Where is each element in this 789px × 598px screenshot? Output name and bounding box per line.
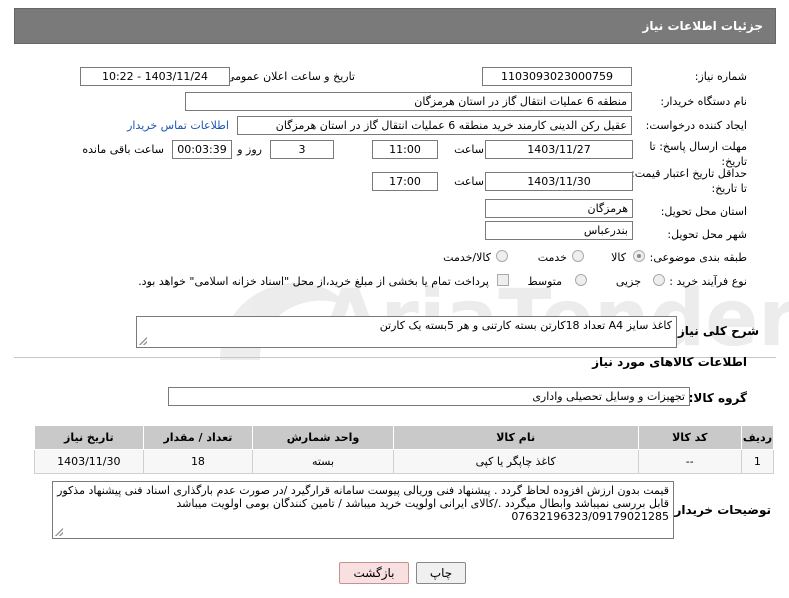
description-text: کاغذ سایز A4 تعداد 18کارتن بسته کارتنی و… <box>379 319 672 332</box>
city-label: شهر محل تحویل: <box>667 228 747 241</box>
col-item-name: نام کالا <box>392 425 639 450</box>
buyer-notes-text: قیمت بدون ارزش افزوده لحاظ گردد . پیشنها… <box>57 484 669 523</box>
province-field: هرمزگان <box>485 199 633 218</box>
creator-label: ایجاد کننده درخواست: <box>645 119 747 132</box>
table-row[interactable]: 1 -- کاغذ چاپگر یا کپی بسته 18 1403/11/3… <box>34 449 775 474</box>
creator-field: عقیل رکن الدینی کارمند خرید منطقه 6 عملی… <box>237 116 632 135</box>
deadline-label: مهلت ارسال پاسخ: تا تاریخ: <box>649 140 747 168</box>
buyer-label: نام دستگاه خریدار: <box>660 95 747 108</box>
deadline-date-field: 1403/11/27 <box>485 140 633 159</box>
resize-grip-icon[interactable] <box>139 337 147 345</box>
cell-item-name: کاغذ چاپگر یا کپی <box>392 449 639 474</box>
need-number-field: 1103093023000759 <box>482 67 632 86</box>
validity-date-field: 1403/11/30 <box>485 172 633 191</box>
buyer-contact-link[interactable]: اطلاعات تماس خریدار <box>127 119 229 132</box>
cell-row-number: 1 <box>740 449 775 474</box>
process-label: نوع فرآیند خرید : <box>669 275 747 288</box>
goods-group-field: تجهیزات و وسایل تحصیلی واداری <box>168 387 690 406</box>
process-minor-label: جزیی <box>615 275 641 288</box>
treasury-note: پرداخت تمام یا بخشی از مبلغ خرید،از محل … <box>138 275 489 288</box>
validity-time-field: 17:00 <box>372 172 438 191</box>
remaining-label: ساعت باقی مانده <box>82 143 164 156</box>
col-need-date: تاریخ نیاز <box>34 425 144 450</box>
print-button[interactable]: چاپ <box>416 562 466 584</box>
col-row-number: ردیف <box>740 425 775 450</box>
announce-field: 1403/11/24 - 10:22 <box>80 67 230 86</box>
province-label: استان محل تحویل: <box>660 205 747 218</box>
category-label: طبقه بندی موضوعی: <box>649 251 747 264</box>
deadline-time-label: ساعت <box>454 143 484 156</box>
days-field: 3 <box>270 140 334 159</box>
description-label: شرح کلی نیاز: <box>673 324 759 338</box>
buyer-field: منطقه 6 عملیات انتقال گاز در استان هرمزگ… <box>185 92 632 111</box>
deadline-time-field: 11:00 <box>372 140 438 159</box>
remaining-time-field: 00:03:39 <box>172 140 232 159</box>
category-service-radio[interactable] <box>572 250 584 262</box>
buyer-notes-field: قیمت بدون ارزش افزوده لحاظ گردد . پیشنها… <box>52 481 674 539</box>
col-unit: واحد شمارش <box>252 425 394 450</box>
city-field: بندرعباس <box>485 221 633 240</box>
table-header-row: ردیف کد کالا نام کالا واحد شمارش تعداد /… <box>34 425 775 450</box>
goods-info-title: اطلاعات کالاهای مورد نیاز <box>592 355 747 369</box>
buyer-notes-label: توضیحات خریدار: <box>669 503 771 517</box>
need-number-label: شماره نیاز: <box>694 70 747 83</box>
category-goods-service-radio[interactable] <box>496 250 508 262</box>
process-medium-radio[interactable] <box>575 274 587 286</box>
treasury-checkbox[interactable] <box>497 274 509 286</box>
validity-time-label: ساعت <box>454 175 484 188</box>
category-goods-service-label: کالا/خدمت <box>443 251 491 264</box>
days-label: روز و <box>237 143 262 156</box>
goods-group-label: گروه کالا: <box>688 391 747 405</box>
category-service-label: خدمت <box>537 251 567 264</box>
items-table: ردیف کد کالا نام کالا واحد شمارش تعداد /… <box>34 425 775 474</box>
category-goods-radio[interactable] <box>633 250 645 262</box>
col-item-code: کد کالا <box>637 425 742 450</box>
announce-label: تاریخ و ساعت اعلان عمومی: <box>222 70 355 83</box>
process-minor-radio[interactable] <box>653 274 665 286</box>
page-title: جزئیات اطلاعات نیاز <box>642 19 763 33</box>
header-panel: جزئیات اطلاعات نیاز <box>14 8 776 44</box>
process-medium-label: متوسط <box>527 275 562 288</box>
cell-need-date: 1403/11/30 <box>34 449 144 474</box>
col-quantity: تعداد / مقدار <box>142 425 254 450</box>
category-goods-label: کالا <box>611 251 626 264</box>
resize-grip-icon[interactable] <box>55 528 63 536</box>
validity-label: حداقل تاریخ اعتبار قیمت: تا تاریخ: <box>631 167 747 195</box>
cell-item-code: -- <box>637 449 742 474</box>
cell-quantity: 18 <box>142 449 254 474</box>
back-button[interactable]: بازگشت <box>339 562 409 584</box>
cell-unit: بسته <box>252 449 394 474</box>
description-field: کاغذ سایز A4 تعداد 18کارتن بسته کارتنی و… <box>136 316 677 348</box>
